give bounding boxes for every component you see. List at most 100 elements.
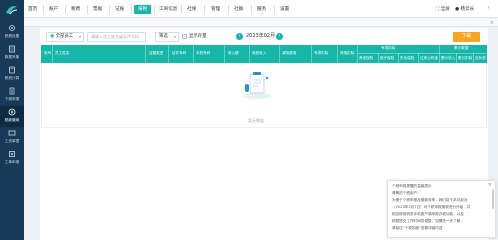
fullscreen-label: 全屏 (440, 7, 450, 12)
sidebar-item-calc[interactable]: 税税计算 (0, 64, 24, 85)
nav-item-business-info[interactable]: 工商信息 (159, 6, 177, 14)
col-header-other: 其他扣除 (340, 51, 355, 55)
company-select[interactable]: ▣ 全部员工 ▾ (46, 32, 84, 42)
settings-icon (9, 25, 15, 31)
sidebar-item-settings[interactable]: 税税设置 (0, 22, 24, 43)
sub-header-unemployment: 失业保险 (400, 56, 415, 60)
nav-divider (251, 5, 252, 14)
sidebar-item-collect[interactable]: 数据采集 (0, 43, 24, 64)
nav-divider (274, 5, 275, 14)
more-menu-icon[interactable]: ⋮ (486, 6, 491, 11)
sidebar-item-label: 税税计算 (4, 75, 20, 80)
filter-icon: ▣ (50, 34, 55, 39)
prev-period-button[interactable]: ‹ (236, 33, 243, 40)
fullscreen-button[interactable]: ⛶ 全屏 (436, 6, 450, 12)
sub-header-cum-deduction: 累计扣除 (458, 56, 473, 60)
sidebar-item-pay[interactable]: 税款缴纳 (0, 106, 24, 127)
nav-item-home[interactable]: 首页 (28, 6, 37, 14)
company-select-value: 全部员工 (55, 34, 74, 39)
user-name: 杨云长 (460, 7, 475, 12)
sidebar-item-label: 数据采集 (4, 54, 20, 59)
fullscreen-icon: ⛶ (436, 7, 440, 12)
sidebar: 税税设置 数据采集 税税计算 个税申报 税款缴纳 工资单据 工单申报 (0, 0, 24, 240)
chevron-down-icon: ▾ (173, 34, 176, 39)
nav-divider (43, 5, 44, 14)
nav-item-bills[interactable]: 票据 (93, 6, 102, 14)
popup-line: 为便于个税申报及缴款效率，我们将于本月起对 (392, 198, 468, 202)
nav-item-bookkeeping[interactable]: 记账 (115, 6, 124, 14)
col-header-index: 序号 (44, 51, 52, 55)
col-header-income: 收入额 (228, 51, 239, 55)
collect-icon (9, 45, 15, 53)
popup-line: 尊敬的个税用户： (392, 191, 421, 195)
nav-item-account[interactable]: 账户 (49, 6, 58, 14)
sidebar-item-label: 个税申报 (4, 96, 20, 101)
search-input[interactable]: 请输入员工姓名或证件号码 (87, 32, 146, 42)
popup-line: 相应使用税务手机客户端申报办税功能，以及 (392, 212, 464, 216)
download-button[interactable]: 下载 (453, 32, 480, 42)
sub-header-cum-income: 累计收入 (441, 56, 456, 60)
nav-divider (65, 5, 66, 14)
nav-item-tax-fee[interactable]: 税费 (71, 6, 80, 14)
group-header-special: 专项扣除 (381, 46, 396, 50)
col-header-phone: 手机号码 (196, 51, 211, 55)
sidebar-item-ticket[interactable]: 工单申报 (0, 148, 24, 169)
declare-icon (9, 87, 15, 95)
show-stock-label: 显示存量 (189, 34, 207, 39)
col-header-id-type: 证照类型 (149, 51, 164, 55)
popup-title: 个税申报提醒的温馨提示 (392, 184, 432, 188)
nav-divider (154, 5, 155, 14)
sidebar-item-label: 工单申报 (4, 159, 20, 164)
user-menu[interactable]: ● 杨云长 (455, 6, 474, 12)
nav-divider (109, 5, 110, 14)
show-stock-checkbox[interactable] (182, 34, 187, 39)
chevron-down-icon: ▾ (78, 34, 81, 39)
col-header-name: 员工姓名 (55, 51, 70, 55)
popup-line: 税税提交工作时间的调整，如需进一步了解， (392, 219, 464, 223)
nav-item-tax-filing[interactable]: 报税 (134, 5, 152, 14)
col-header-deduction: 减除费用 (282, 51, 297, 55)
pay-icon (8, 108, 16, 116)
nav-divider (131, 5, 132, 14)
period-label: 2023年02月 (246, 33, 276, 39)
popup-scrollbar[interactable] (492, 189, 494, 209)
table-header: 序号 员工姓名 证照类型 证件号码 手机号码 收入额 免税收入 减除费用 专项扣… (41, 45, 487, 63)
nav-divider (204, 5, 205, 14)
calc-icon (9, 66, 15, 74)
nav-divider (228, 5, 229, 14)
sidebar-item-label: 税税设置 (4, 33, 20, 38)
popup-line: （2023年3月7日）对个税申报缴税进行升级，并 (392, 205, 471, 209)
nav-item-social[interactable]: 社保 (187, 6, 196, 14)
nav-item-community[interactable]: 社群 (234, 6, 243, 14)
nav-item-manage[interactable]: 管理 (211, 6, 220, 14)
tab-bar: × (24, 19, 498, 27)
sidebar-item-label: 工资单据 (4, 138, 20, 143)
payslip-icon (8, 130, 16, 136)
col-header-tax-free: 免税收入 (252, 51, 267, 55)
close-icon[interactable]: × (488, 182, 492, 188)
next-period-button[interactable]: › (276, 33, 283, 40)
empty-data-text: 暂无数据 (248, 118, 264, 123)
nav-divider (181, 5, 182, 14)
col-header-id-number: 证件号码 (172, 51, 187, 55)
sub-header-pension: 养老保险 (359, 56, 374, 60)
sidebar-item-payslip[interactable]: 工资单据 (0, 127, 24, 148)
sub-header-refund: 应补退 (475, 56, 486, 60)
filter-select-value: 筛选 (159, 34, 168, 39)
sub-header-medical: 医疗保险 (380, 56, 395, 60)
nav-divider (87, 5, 88, 14)
close-icon[interactable]: × (490, 20, 494, 26)
logo-icon (6, 6, 18, 15)
top-nav: 首页 账户 税费 票据 记账 报税 工商信息 社保 管理 社群 服务 设置 ⛶ … (24, 0, 498, 18)
empty-data-icon (243, 72, 271, 99)
nav-item-service[interactable]: 服务 (257, 6, 266, 14)
ticket-icon (9, 151, 15, 157)
user-icon: ● (455, 7, 460, 12)
sub-header-housing: 住房公积金 (420, 56, 438, 60)
group-header-cumulative: 累计数据 (454, 46, 469, 50)
sidebar-item-declare[interactable]: 个税申报 (0, 85, 24, 106)
nav-item-settings[interactable]: 设置 (280, 6, 289, 14)
sidebar-item-label: 税款缴纳 (4, 117, 20, 122)
popup-line: 请前往“个税扣缴”查看详细内容 (392, 226, 443, 230)
filter-select[interactable]: 筛选 ▾ (155, 32, 179, 42)
